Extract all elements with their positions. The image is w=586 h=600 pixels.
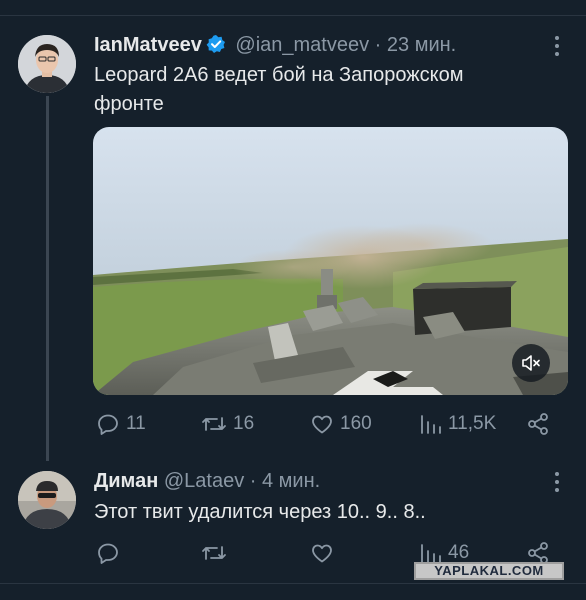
reply-count: 11 (126, 413, 146, 434)
watermark: YAPLAKAL.COM (414, 562, 564, 580)
more-dots-icon[interactable] (554, 36, 560, 60)
tweet-header: Диман @Lataev · 4 мин. (94, 469, 320, 493)
tweet-ian-matveev[interactable]: IanMatveev @ian_matveev · 23 мин. Leopar… (0, 0, 586, 460)
author-handle[interactable]: @Lataev (164, 470, 244, 492)
tweet-header: IanMatveev @ian_matveev · 23 мин. (94, 33, 456, 60)
like-button[interactable] (310, 541, 334, 565)
retweet-button[interactable] (201, 541, 227, 565)
heart-icon (312, 544, 332, 563)
share-icon (528, 413, 548, 435)
volume-muted-icon[interactable] (512, 344, 550, 382)
retweet-icon (202, 546, 226, 560)
reply-icon (98, 543, 118, 564)
reply-button[interactable] (96, 541, 120, 565)
like-button[interactable]: 160 (310, 412, 372, 436)
retweet-count: 16 (233, 413, 255, 434)
heart-icon (312, 415, 332, 434)
tweet-text: Этот твит удалится через 10.. 9.. 8.. (94, 501, 426, 523)
more-dots-icon[interactable] (554, 472, 560, 496)
retweet-icon (202, 417, 226, 431)
bottom-divider (0, 583, 586, 584)
reply-icon (98, 414, 118, 435)
avatar[interactable] (18, 35, 76, 93)
views-button[interactable]: 11,5K (418, 412, 496, 436)
like-count: 160 (340, 413, 372, 434)
reply-button[interactable]: 11 (96, 412, 146, 436)
views-count: 11,5K (448, 413, 497, 434)
retweet-button[interactable]: 16 (201, 412, 254, 436)
tweet-video[interactable] (93, 127, 568, 395)
avatar[interactable] (18, 471, 76, 529)
author-handle[interactable]: @ian_matveev (235, 34, 369, 56)
tweet-text: Leopard 2A6 ведет бой на Запорожском фро… (94, 64, 464, 115)
author-name[interactable]: IanMatveev (94, 34, 202, 56)
views-icon (421, 415, 441, 434)
author-name[interactable]: Диман (94, 470, 158, 492)
tweet-time[interactable]: · 4 мин. (250, 470, 320, 492)
views-count: 46 (448, 542, 470, 563)
thread-line (46, 96, 49, 461)
tweet-time[interactable]: · 23 мин. (375, 34, 457, 56)
verified-badge-icon (206, 34, 226, 60)
share-button[interactable] (526, 412, 550, 436)
